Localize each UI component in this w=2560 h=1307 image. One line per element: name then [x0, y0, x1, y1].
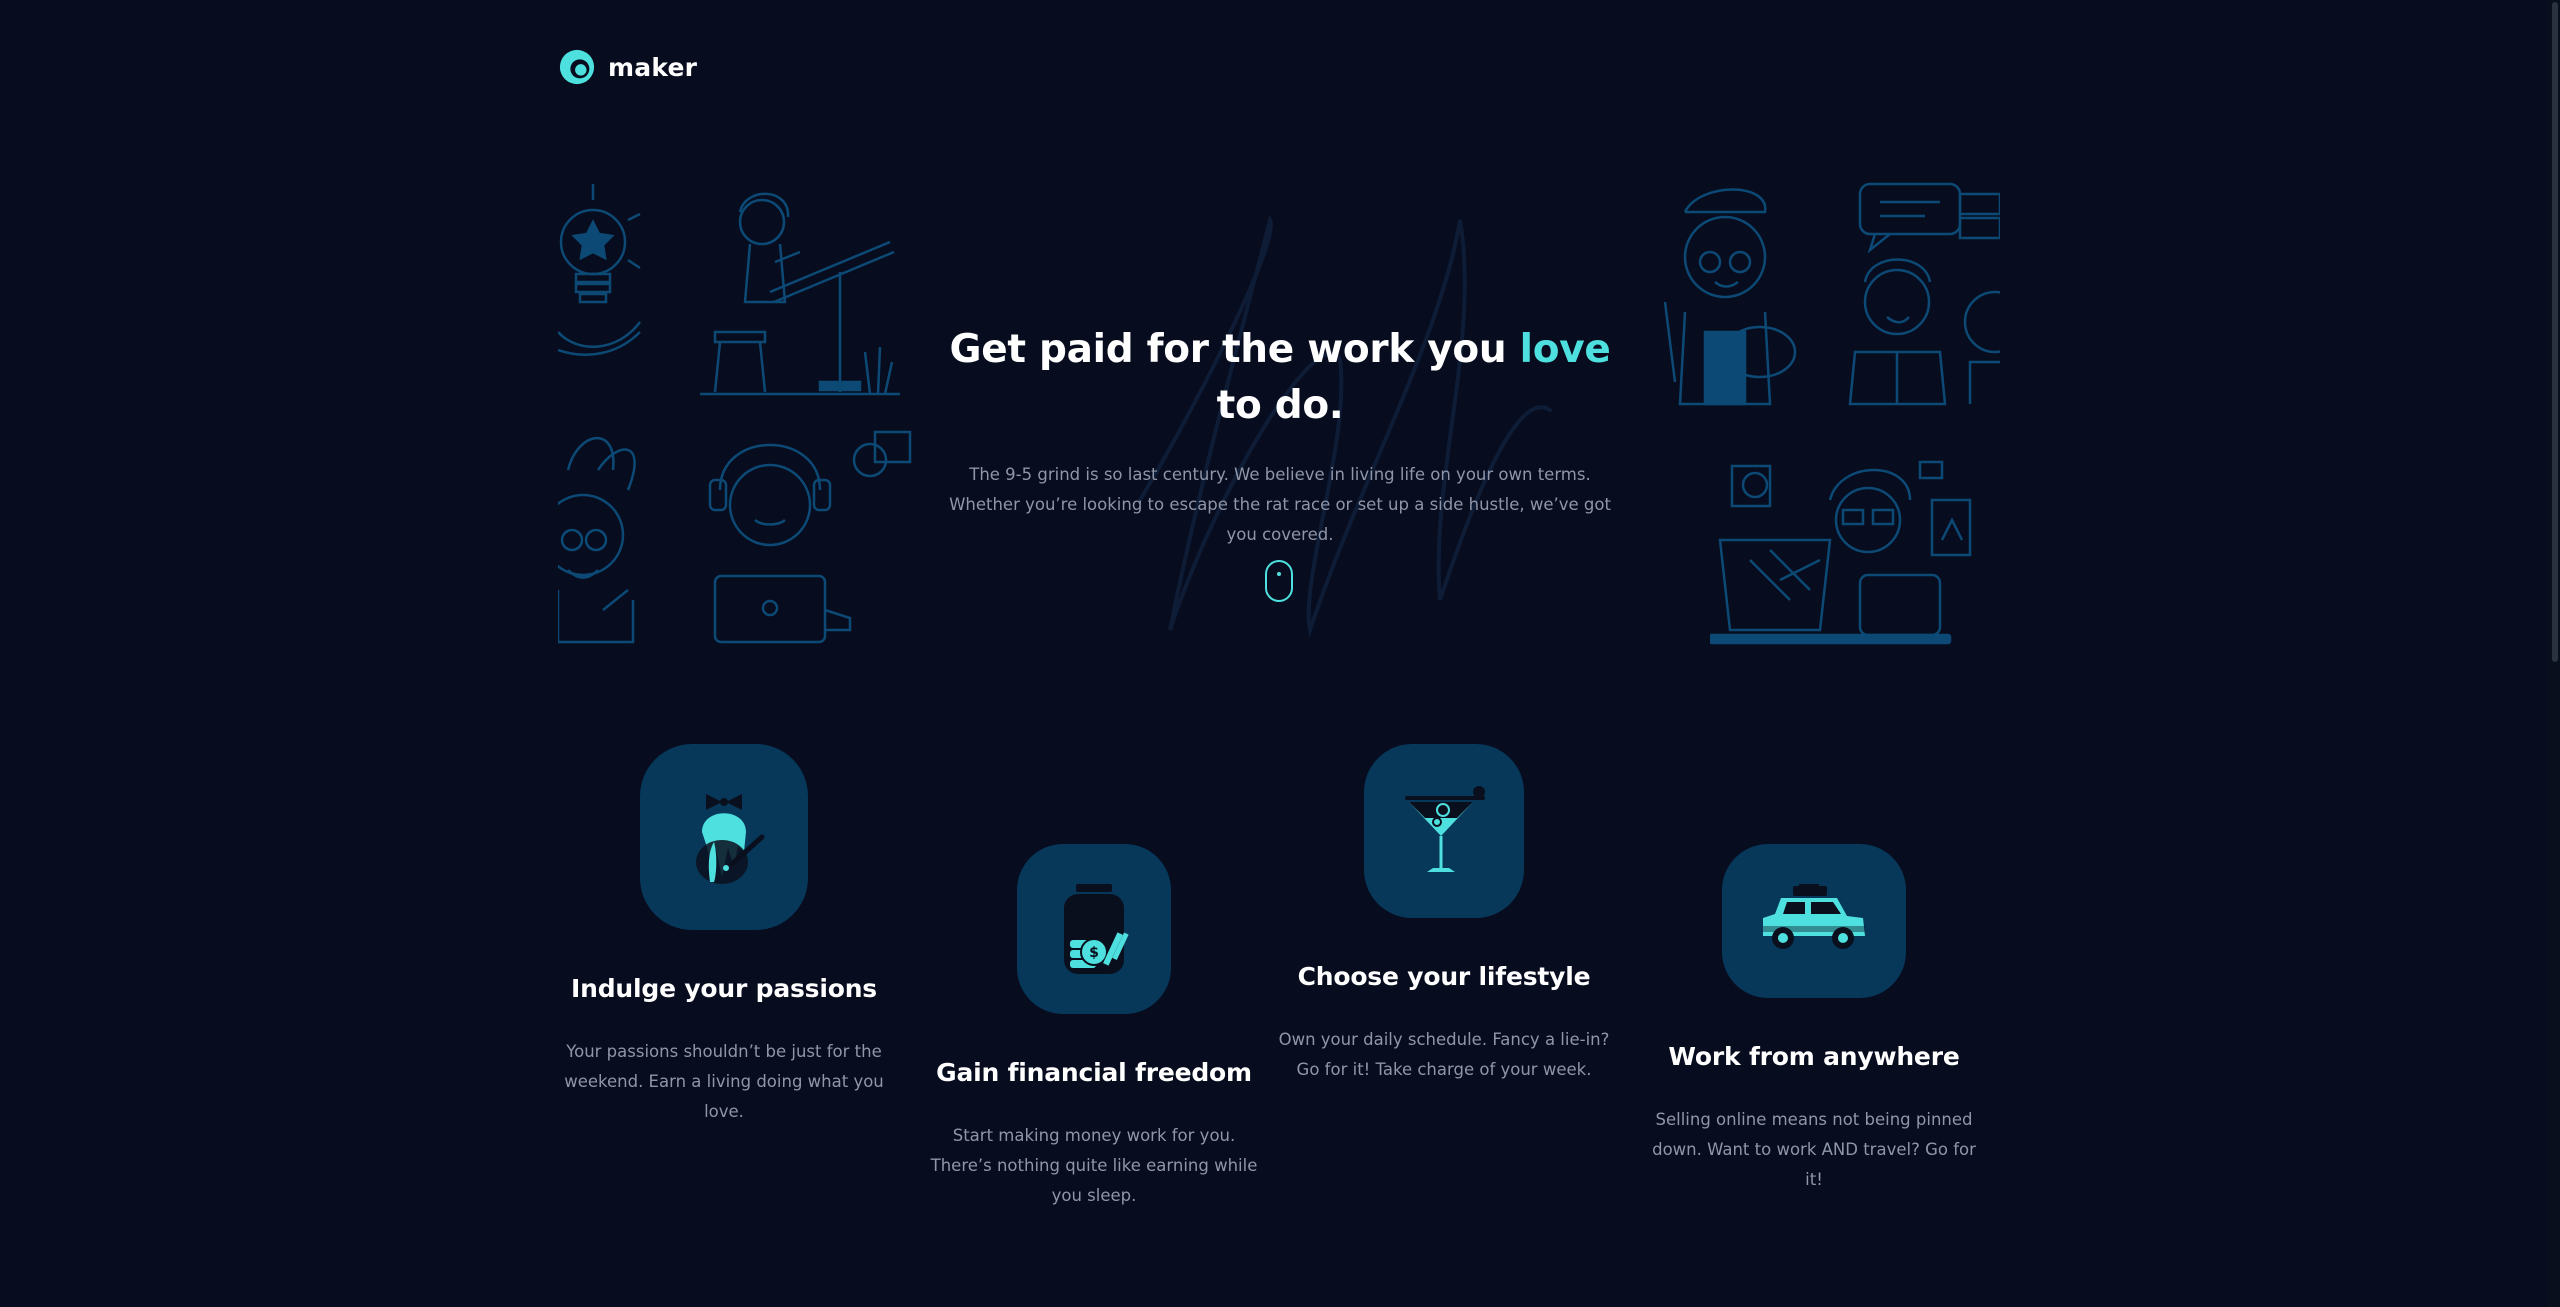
- feature-description: Your passions shouldn’t be just for the …: [564, 1042, 884, 1121]
- feature-description: Start making money work for you. There’s…: [930, 1126, 1258, 1205]
- feature-icon-tile: [1364, 744, 1524, 918]
- logo-icon: [559, 49, 595, 85]
- feature-icon-tile: [640, 744, 808, 930]
- cocktail-icon: [1405, 785, 1485, 872]
- hero-headline: Get paid for the work you love to do.: [940, 322, 1620, 434]
- scrollbar-thumb[interactable]: [2552, 2, 2558, 662]
- brand-name: maker: [608, 52, 698, 82]
- headline-accent-word: love: [1519, 327, 1611, 372]
- feature-description: Selling online means not being pinned do…: [1652, 1110, 1976, 1189]
- feature-financial-freedom: $ Gain financial freedom Start making mo…: [926, 844, 1262, 1211]
- car-icon: [1763, 883, 1865, 949]
- headline-text-end: to do.: [1216, 383, 1344, 428]
- scroll-mouse-icon[interactable]: [1265, 560, 1293, 602]
- feature-icon-tile: [1722, 844, 1906, 998]
- money-jar-icon: $: [1064, 883, 1129, 974]
- page-scrollbar[interactable]: [2548, 0, 2560, 1307]
- painter-illustration: [1660, 182, 1800, 407]
- feature-indulge-passions: Indulge your passions Your passions shou…: [556, 744, 892, 1127]
- bunny-girl-illustration: [558, 430, 658, 645]
- headset-laptop-illustration: [700, 430, 915, 645]
- svg-text:$: $: [1089, 945, 1099, 961]
- lightbulb-hand-illustration: [558, 182, 648, 372]
- feature-title: Choose your lifestyle: [1297, 962, 1591, 991]
- feature-description: Own your daily schedule. Fancy a lie-in?…: [1278, 1030, 1610, 1079]
- feature-title: Work from anywhere: [1668, 1042, 1960, 1071]
- feature-title: Indulge your passions: [571, 974, 877, 1003]
- feature-work-anywhere: Work from anywhere Selling online means …: [1646, 844, 1982, 1195]
- paint-splash-icon: [696, 794, 765, 884]
- designer-desk-illustration: [1710, 460, 1975, 645]
- feature-choose-lifestyle: Choose your lifestyle Own your daily sch…: [1276, 744, 1612, 1085]
- feature-icon-tile: $: [1017, 844, 1171, 1014]
- artist-easel-illustration: [700, 182, 900, 402]
- brand-logo[interactable]: maker: [558, 48, 697, 86]
- headline-text: Get paid for the work you: [949, 327, 1520, 372]
- feature-title: Gain financial freedom: [936, 1058, 1252, 1087]
- speech-bubbles-people-illustration: [1845, 182, 2000, 407]
- hero-subtext: The 9-5 grind is so last century. We bel…: [949, 465, 1611, 544]
- hero-section: Get paid for the work you love to do. Th…: [940, 322, 1620, 550]
- scroll-wheel-dot: [1277, 572, 1281, 576]
